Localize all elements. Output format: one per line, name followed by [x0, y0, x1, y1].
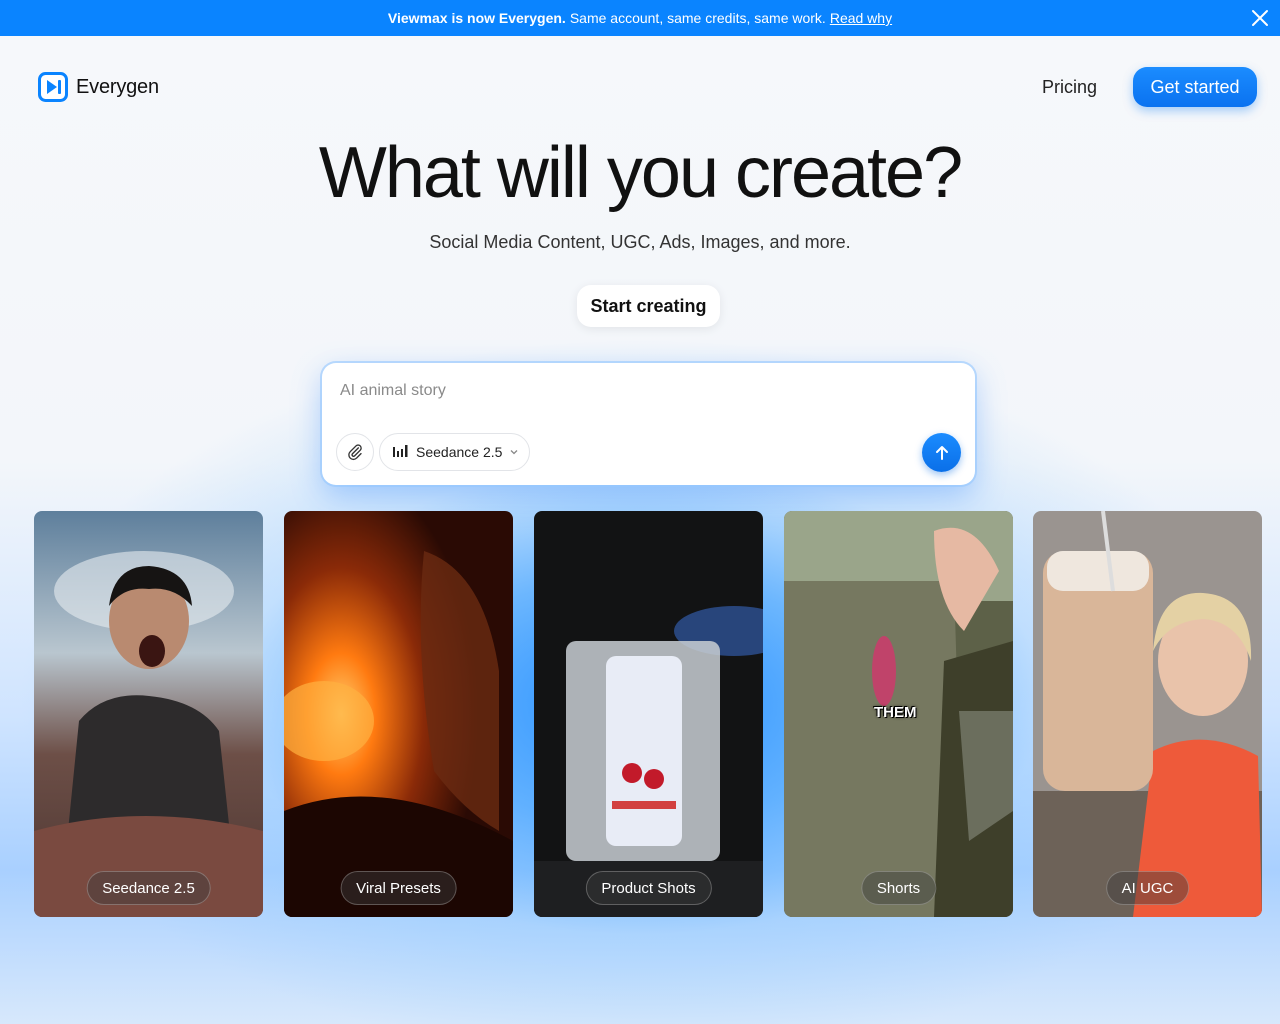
start-creating-button[interactable]: Start creating: [577, 285, 720, 327]
card-image: [534, 511, 763, 917]
model-select[interactable]: Seedance 2.5: [379, 433, 530, 471]
attach-button[interactable]: [336, 433, 374, 471]
prompt-input[interactable]: [340, 379, 940, 403]
card-seedance[interactable]: Seedance 2.5: [34, 511, 263, 917]
video-caption: THEM: [874, 704, 917, 721]
card-label: Shorts: [860, 871, 937, 905]
card-ai-ugc[interactable]: AI UGC: [1033, 511, 1262, 917]
arrow-up-icon: [935, 445, 948, 460]
audio-bars-icon: [393, 445, 408, 457]
model-select-value: Seedance 2.5: [416, 444, 503, 460]
prompt-box: Seedance 2.5: [322, 363, 975, 485]
banner-read-why-link[interactable]: Read why: [830, 10, 892, 26]
card-image: [284, 511, 513, 917]
close-icon[interactable]: [1250, 8, 1270, 28]
logo-text: Everygen: [76, 75, 159, 98]
nav-pricing-link[interactable]: Pricing: [1042, 77, 1097, 98]
card-viral-presets[interactable]: Viral Presets: [284, 511, 513, 917]
logo[interactable]: Everygen: [38, 72, 159, 102]
send-button[interactable]: [922, 433, 961, 472]
banner-brand-change: Viewmax is now Everygen.: [387, 10, 566, 26]
banner-message: Same account, same credits, same work.: [569, 10, 826, 26]
chevron-down-icon: [510, 450, 518, 455]
logo-mark-icon: [38, 72, 68, 102]
card-label: Seedance 2.5: [86, 871, 211, 905]
card-label: AI UGC: [1105, 871, 1190, 905]
announcement-banner: Viewmax is now Everygen. Same account, s…: [0, 0, 1280, 36]
page-title: What will you create?: [318, 133, 963, 213]
paperclip-icon: [348, 444, 362, 461]
card-label: Viral Presets: [340, 871, 457, 905]
card-label: Product Shots: [585, 871, 712, 905]
card-shorts[interactable]: THEM Shorts: [784, 511, 1013, 917]
get-started-button[interactable]: Get started: [1133, 67, 1257, 107]
card-image: [1033, 511, 1262, 917]
card-image: [34, 511, 263, 917]
hero-subtitle: Social Media Content, UGC, Ads, Images, …: [429, 232, 851, 252]
card-product-shots[interactable]: Product Shots: [534, 511, 763, 917]
